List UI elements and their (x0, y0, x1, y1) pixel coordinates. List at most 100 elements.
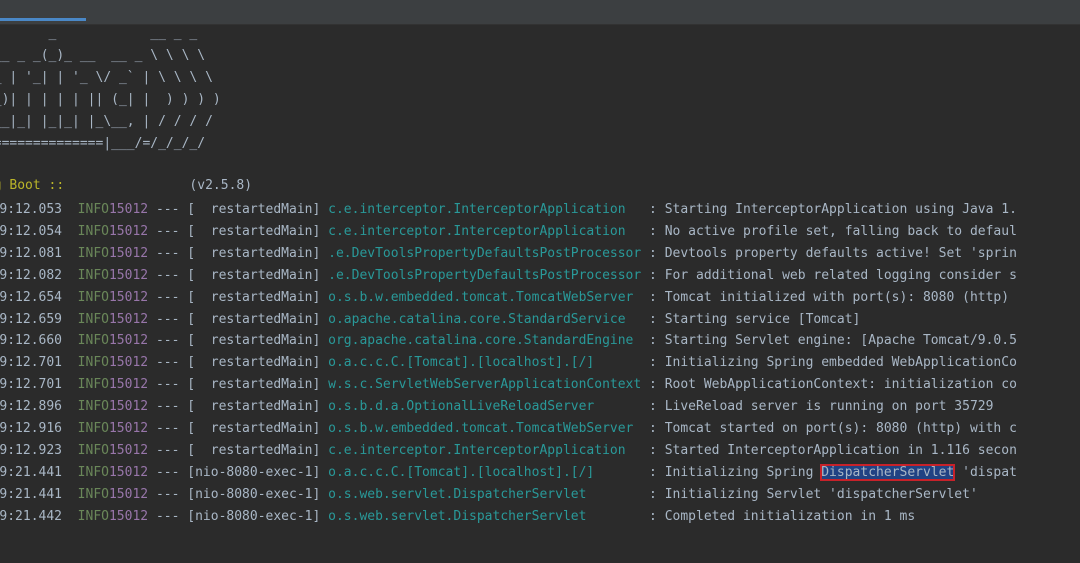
log-logger: o.s.web.servlet.DispatcherServlet (328, 486, 642, 502)
log-pid: 15012 (108, 508, 149, 524)
log-thread: --- [ restartedMain] (148, 421, 329, 436)
search-highlight: DispatcherServlet (820, 463, 956, 481)
banner-line: ( ( )\___ | '_ | '_| | '_ \/ _` | \ \ \ … (0, 70, 213, 85)
log-timestamp: 2022-01-12 14:59:12.896 (0, 399, 63, 415)
log-line: 2022-01-12 14:59:12.654 INFO15012 --- [ … (0, 288, 1009, 308)
log-message: : Devtools property defaults active! Set… (641, 245, 1017, 261)
log-line: 2022-01-12 14:59:12.923 INFO15012 --- [ … (0, 441, 1017, 461)
log-pid: 15012 (108, 333, 149, 349)
log-level: INFO (62, 289, 109, 305)
log-level: INFO (62, 245, 109, 261)
log-logger: w.s.c.ServletWebServerApplicationContext (328, 377, 642, 393)
log-logger: c.e.interceptor.InterceptorApplication (328, 442, 642, 458)
log-message: : Tomcat started on port(s): 8080 (http)… (641, 421, 1017, 436)
log-timestamp: 2022-01-12 14:59:12.654 (0, 289, 63, 305)
banner-line: . ____ _ __ _ _ (48, 26, 198, 41)
log-thread: --- [ restartedMain] (148, 442, 329, 458)
log-logger: o.apache.catalina.core.StandardService (328, 311, 642, 327)
log-message: : Completed initialization in 1 ms (641, 508, 916, 524)
log-pid: 15012 (108, 377, 149, 393)
log-line: 2022-01-12 14:59:21.442 INFO15012 --- [n… (0, 507, 915, 527)
log-logger: o.s.b.w.embedded.tomcat.TomcatWebServer (328, 289, 642, 305)
log-level: INFO (62, 355, 109, 371)
log-thread: --- [ restartedMain] (148, 355, 329, 371)
log-thread: --- [nio-8080-exec-1] (148, 464, 329, 480)
log-level: INFO (62, 464, 109, 480)
log-pid: 15012 (108, 267, 149, 283)
log-level: INFO (62, 421, 109, 436)
log-line: 2022-01-12 14:59:21.441 INFO15012 --- [n… (0, 463, 1017, 483)
log-timestamp: 2022-01-12 14:59:12.659 (0, 311, 63, 327)
log-level: INFO (62, 486, 109, 502)
log-level: INFO (62, 377, 109, 393)
log-timestamp: 2022-01-12 14:59:12.916 (0, 421, 63, 436)
log-line: 2022-01-12 14:59:12.054 INFO15012 --- [ … (0, 222, 1017, 242)
log-message: : Tomcat initialized with port(s): 8080 … (641, 289, 1010, 305)
log-pid: 15012 (108, 355, 149, 371)
log-line: 2022-01-12 14:59:12.916 INFO15012 --- [ … (0, 419, 1017, 439)
log-thread: --- [nio-8080-exec-1] (148, 486, 329, 502)
log-level: INFO (62, 267, 109, 283)
log-line: 2022-01-12 14:59:12.081 INFO15012 --- [ … (0, 244, 1017, 264)
log-pid: 15012 (108, 311, 149, 327)
log-logger: .e.DevToolsPropertyDefaultsPostProcessor (328, 267, 642, 283)
log-message: : Started InterceptorApplication in 1.11… (641, 442, 1017, 458)
console-toolbar (0, 0, 1080, 25)
log-line: 2022-01-12 14:59:12.660 INFO15012 --- [ … (0, 331, 1017, 351)
log-message: : Initializing Spring embedded WebApplic… (641, 355, 1017, 371)
banner-line: \\/ ___)| |_)| | | | | || (_| | ) ) ) ) (0, 92, 221, 107)
log-level: INFO (62, 399, 109, 415)
log-timestamp: 2022-01-12 14:59:12.082 (0, 267, 63, 283)
log-thread: --- [ restartedMain] (148, 245, 329, 261)
log-thread: --- [ restartedMain] (148, 311, 329, 327)
console-output[interactable]: . ____ _ __ _ _ /\\ / ___'_ __ _ _(_)_ _… (0, 24, 1080, 563)
log-logger: o.a.c.c.C.[Tomcat].[localhost].[/] (328, 464, 642, 480)
banner-line: ' |____| .__|_| |_|_| |_\__, | / / / / (0, 114, 213, 129)
log-line: 2022-01-12 14:59:12.082 INFO15012 --- [ … (0, 266, 1017, 286)
log-logger: o.s.b.w.embedded.tomcat.TomcatWebServer (328, 421, 642, 436)
log-pid: 15012 (108, 486, 149, 502)
boot-label: :: Spring Boot :: (0, 178, 65, 193)
log-logger: .e.DevToolsPropertyDefaultsPostProcessor (328, 245, 642, 261)
log-thread: --- [ restartedMain] (148, 289, 329, 305)
log-message: : Starting InterceptorApplication using … (641, 202, 1017, 217)
log-thread: --- [nio-8080-exec-1] (148, 508, 329, 524)
log-message: : Root WebApplicationContext: initializa… (641, 377, 1017, 393)
log-pid: 15012 (108, 202, 149, 217)
log-timestamp: 2022-01-12 14:59:12.053 (0, 202, 63, 217)
log-timestamp: 2022-01-12 14:59:21.441 (0, 486, 63, 502)
log-level: INFO (62, 442, 109, 458)
banner-line: /\\ / ___'_ __ _ _(_)_ __ __ _ \ \ \ \ (0, 48, 206, 63)
log-pid: 15012 (108, 421, 149, 436)
log-logger: o.a.c.c.C.[Tomcat].[localhost].[/] (328, 355, 642, 371)
log-thread: --- [ restartedMain] (148, 333, 329, 349)
log-message: : No active profile set, falling back to… (641, 223, 1017, 239)
log-message: : Starting Servlet engine: [Apache Tomca… (641, 333, 1017, 349)
log-message-tail: 'dispat (954, 464, 1017, 480)
log-line: 2022-01-12 14:59:21.441 INFO15012 --- [n… (0, 485, 978, 505)
log-line: 2022-01-12 14:59:12.701 INFO15012 --- [ … (0, 375, 1017, 395)
log-pid: 15012 (108, 399, 149, 415)
boot-version: (v2.5.8) (64, 178, 253, 193)
log-message: : Initializing Spring (641, 464, 822, 480)
log-message: : LiveReload server is running on port 3… (641, 399, 994, 415)
log-level: INFO (62, 333, 109, 349)
log-level: INFO (62, 311, 109, 327)
log-pid: 15012 (108, 464, 149, 480)
log-message: : For additional web related logging con… (641, 267, 1017, 283)
log-pid: 15012 (108, 245, 149, 261)
log-timestamp: 2022-01-12 14:59:12.054 (0, 223, 63, 239)
log-logger: org.apache.catalina.core.StandardEngine (328, 333, 642, 349)
boot-version-line: :: Spring Boot :: (v2.5.8) (0, 156, 252, 193)
log-timestamp: 2022-01-12 14:59:12.701 (0, 377, 63, 393)
log-message: : Initializing Servlet 'dispatcherServle… (641, 486, 978, 502)
log-logger: o.s.web.servlet.DispatcherServlet (328, 508, 642, 524)
log-timestamp: 2022-01-12 14:59:12.701 (0, 355, 63, 371)
log-message: : Starting service [Tomcat] (641, 311, 861, 327)
active-tab-indicator (0, 18, 86, 21)
log-thread: --- [ restartedMain] (148, 377, 329, 393)
log-logger: c.e.interceptor.InterceptorApplication (328, 202, 642, 217)
log-line: 2022-01-12 14:59:12.701 INFO15012 --- [ … (0, 353, 1017, 373)
log-timestamp: 2022-01-12 14:59:21.442 (0, 508, 63, 524)
log-timestamp: 2022-01-12 14:59:12.660 (0, 333, 63, 349)
